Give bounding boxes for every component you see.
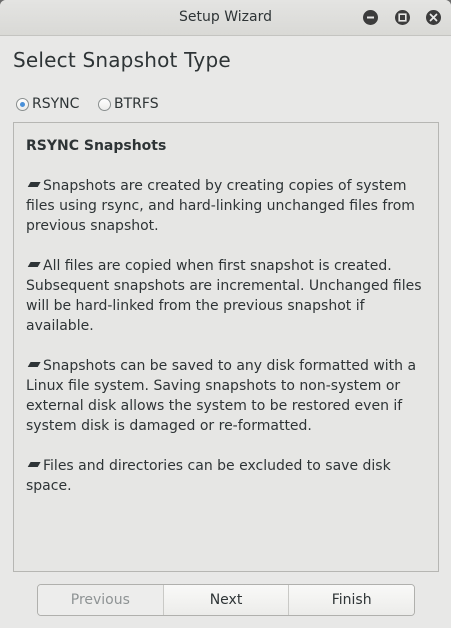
bullet-icon <box>27 181 41 187</box>
radio-button-checked[interactable] <box>16 97 29 111</box>
description-title: RSYNC Snapshots <box>26 138 167 154</box>
bullet-icon <box>27 261 41 267</box>
minimize-icon <box>367 16 374 19</box>
wizard-navigation: Previous Next Finish <box>37 584 415 616</box>
radio-btrfs[interactable]: BTRFS <box>98 95 159 113</box>
description-panel: RSYNC Snapshots Snapshots are created by… <box>13 122 439 572</box>
radio-rsync[interactable]: RSYNC <box>16 95 79 113</box>
title-bar[interactable]: Setup Wizard <box>0 0 451 36</box>
radio-rsync-label[interactable]: RSYNC <box>32 96 79 112</box>
description-paragraph: Files and directories can be excluded to… <box>26 458 391 494</box>
radio-btrfs-label[interactable]: BTRFS <box>114 96 159 112</box>
radio-button-unchecked[interactable] <box>98 97 111 111</box>
description-paragraph: Snapshots are created by creating copies… <box>26 178 415 234</box>
previous-button[interactable]: Previous <box>38 585 164 615</box>
maximize-button[interactable] <box>395 10 410 25</box>
next-button[interactable]: Next <box>163 585 290 615</box>
window-title: Setup Wizard <box>179 9 272 25</box>
close-button[interactable] <box>426 10 441 25</box>
bullet-icon <box>27 361 41 367</box>
finish-button[interactable]: Finish <box>289 585 414 615</box>
close-icon <box>429 13 438 22</box>
minimize-button[interactable] <box>363 10 378 25</box>
bullet-icon <box>27 461 41 467</box>
maximize-icon <box>398 13 407 22</box>
description-paragraph: All files are copied when first snapshot… <box>26 258 422 334</box>
setup-wizard-window: Setup Wizard Select Snapshot Type RSYNC … <box>0 0 451 628</box>
radio-dot-icon <box>20 101 25 107</box>
description-paragraph: Snapshots can be saved to any disk forma… <box>26 358 417 434</box>
page-title: Select Snapshot Type <box>13 48 231 72</box>
